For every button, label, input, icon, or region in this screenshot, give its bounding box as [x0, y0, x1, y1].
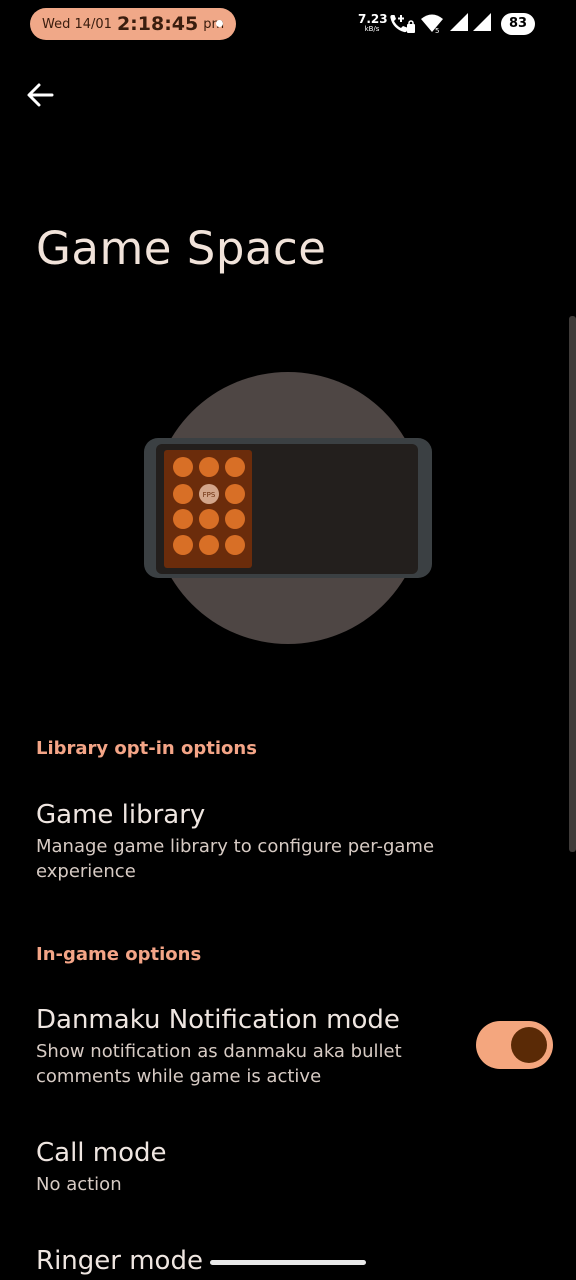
- notification-dot-icon: [216, 20, 223, 27]
- signal-icon-2: [473, 13, 491, 31]
- call-mode-title: Call mode: [36, 1138, 167, 1168]
- signal-icon: [450, 13, 468, 31]
- battery-icon: 83: [501, 13, 535, 35]
- page-title: Game Space: [36, 222, 327, 275]
- danmaku-toggle[interactable]: [476, 1021, 553, 1069]
- fps-label: FPS: [203, 491, 216, 499]
- arrow-left-icon: [27, 83, 54, 107]
- status-clock-pill: Wed 14/01 2:18:45 pm: [30, 8, 237, 40]
- danmaku-title: Danmaku Notification mode: [36, 1005, 400, 1035]
- gesture-nav-handle[interactable]: [210, 1260, 366, 1265]
- call-mode-item[interactable]: Call mode No action: [0, 1138, 576, 1202]
- back-button[interactable]: [24, 78, 58, 112]
- danmaku-notification-item[interactable]: Danmaku Notification mode Show notificat…: [0, 1005, 576, 1095]
- danmaku-summary: Show notification as danmaku aka bullet …: [36, 1041, 402, 1087]
- status-date: Wed 14/01: [42, 16, 112, 32]
- network-speed-unit: kB/s: [364, 25, 380, 33]
- scrollbar[interactable]: [569, 316, 576, 852]
- game-library-summary: Manage game library to configure per-gam…: [36, 836, 435, 882]
- ringer-mode-title: Ringer mode: [36, 1246, 203, 1276]
- status-time: 2:18:45: [116, 13, 199, 35]
- game-library-title: Game library: [36, 800, 206, 830]
- toggle-knob: [511, 1027, 547, 1063]
- section-header-library: Library opt-in options: [36, 738, 257, 759]
- call-mode-summary: No action: [36, 1174, 122, 1195]
- network-speed: 7.23 kB/s: [358, 12, 388, 33]
- game-space-screen: Wed 14/01 2:18:45 pm 7.23 kB/s 5 83 Game…: [0, 0, 576, 1280]
- game-library-item[interactable]: Game library Manage game library to conf…: [0, 800, 576, 890]
- volte-call-icon: [390, 15, 415, 33]
- section-header-in-game: In-game options: [36, 944, 202, 965]
- svg-text:5: 5: [435, 27, 439, 34]
- game-panel-illustration: FPS: [144, 372, 432, 644]
- network-speed-value: 7.23: [358, 12, 388, 26]
- wifi-icon: 5: [421, 14, 443, 34]
